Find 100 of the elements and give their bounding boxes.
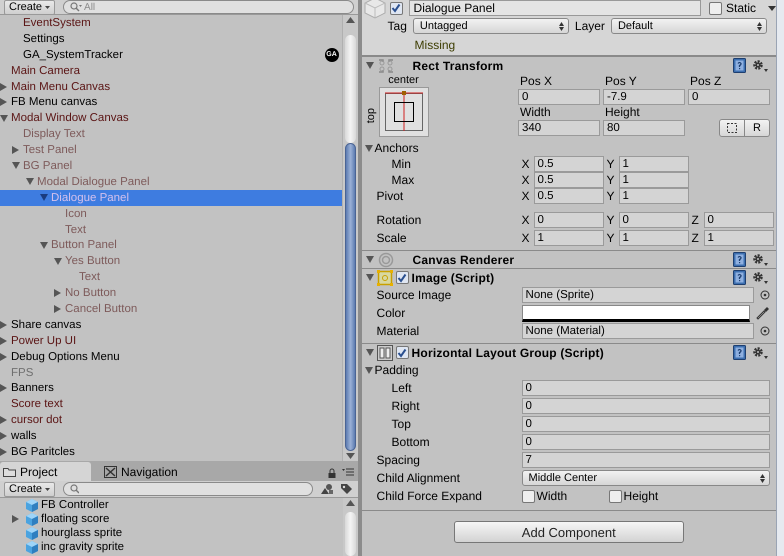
raw-edit-button[interactable]: R [745, 119, 770, 137]
foldout-arrow-icon[interactable] [0, 352, 7, 361]
create-button[interactable]: Create [4, 482, 56, 496]
checkbox[interactable] [608, 490, 622, 502]
number-field[interactable]: 0 [522, 380, 770, 396]
hierarchy-item[interactable]: Settings [23, 32, 65, 45]
anchor-preset-drawing[interactable] [378, 87, 429, 137]
foldout-arrow-icon[interactable] [0, 320, 7, 329]
hierarchy-item[interactable]: BG Paritcles [11, 446, 75, 458]
hierarchy-item[interactable]: Score text [11, 398, 63, 410]
enabled-checkbox[interactable] [396, 346, 409, 359]
number-field[interactable]: 1 [618, 172, 689, 188]
hierarchy-item[interactable]: Share canvas [11, 318, 82, 331]
foldout-toggle[interactable]: Anchors [364, 141, 419, 155]
static-checkbox[interactable] [709, 2, 722, 14]
number-field[interactable]: 340 [518, 120, 600, 136]
name-field[interactable]: Dialogue Panel [408, 0, 701, 16]
checkbox[interactable] [522, 490, 535, 502]
foldout-arrow-icon[interactable] [366, 256, 374, 263]
foldout-arrow-icon[interactable] [0, 416, 7, 424]
object-picker-icon[interactable] [760, 290, 770, 300]
scrollbar[interactable] [776, 0, 784, 556]
foldout-arrow-icon[interactable] [0, 448, 7, 456]
enabled-checkbox[interactable] [396, 271, 409, 284]
foldout-arrow-icon[interactable] [12, 146, 19, 154]
alignment-dropdown[interactable]: Middle Center [522, 470, 770, 486]
foldout-arrow-icon[interactable] [40, 194, 48, 202]
lock-icon[interactable] [328, 468, 336, 478]
scrollbar[interactable] [342, 498, 358, 556]
search-field[interactable] [63, 482, 314, 496]
scrollbar[interactable] [342, 15, 358, 461]
component-header[interactable]: Canvas Renderer [362, 250, 776, 268]
number-field[interactable]: 0.5 [534, 172, 604, 188]
foldout-arrow-icon[interactable] [26, 178, 34, 186]
object-field[interactable]: None (Sprite) [522, 287, 754, 303]
hierarchy-item[interactable]: Banners [11, 382, 54, 394]
project-item[interactable]: FB Controller [0, 498, 343, 512]
scrollbar-thumb[interactable] [344, 143, 356, 451]
foldout-arrow-icon[interactable] [54, 258, 62, 265]
hierarchy-item[interactable]: cursor dot [11, 414, 62, 426]
project-item[interactable]: hourglass sprite [0, 526, 343, 540]
help-icon[interactable] [733, 58, 746, 73]
number-field[interactable]: 0 [518, 89, 600, 105]
foldout-arrow-icon[interactable] [366, 349, 374, 356]
number-field[interactable]: 7 [522, 452, 770, 468]
panel-tab[interactable]: Navigation [101, 462, 188, 481]
help-icon[interactable] [733, 252, 746, 267]
number-field[interactable]: 0.5 [534, 156, 604, 172]
hierarchy-item[interactable]: Modal Window Canvas [11, 112, 129, 124]
number-field[interactable]: 0 [522, 434, 770, 450]
number-field[interactable]: 1 [618, 188, 689, 204]
number-field[interactable]: -7.9 [603, 89, 686, 105]
foldout-arrow-icon[interactable] [12, 162, 20, 170]
scroll-up-icon[interactable] [346, 498, 355, 508]
hierarchy-item[interactable]: FB Menu canvas [11, 96, 98, 108]
settings-icon[interactable] [752, 252, 768, 266]
hierarchy-item[interactable]: Main Camera [11, 64, 80, 77]
tag-icon[interactable] [340, 483, 354, 495]
hierarchy-item[interactable]: EventSystem [23, 16, 91, 29]
shapes-filter-icon[interactable] [321, 483, 334, 495]
settings-icon[interactable] [752, 346, 768, 360]
foldout-arrow-icon[interactable] [366, 274, 374, 281]
foldout-arrow-icon[interactable] [0, 114, 8, 122]
active-checkbox[interactable] [390, 2, 403, 14]
blueprint-button[interactable] [719, 119, 746, 137]
number-field[interactable]: 1 [618, 230, 689, 246]
color-field[interactable] [522, 304, 750, 322]
caret-icon[interactable] [768, 6, 776, 10]
project-item[interactable]: inc gravity sprite [0, 540, 343, 554]
scroll-down-icon[interactable] [346, 451, 355, 461]
number-field[interactable]: 0 [522, 398, 770, 414]
component-header[interactable]: Horizontal Layout Group (Script) [362, 343, 776, 361]
object-picker-icon[interactable] [760, 326, 770, 336]
foldout-arrow-icon[interactable] [12, 515, 19, 523]
component-header[interactable]: Rect Transform [362, 56, 776, 74]
number-field[interactable]: 0 [522, 416, 770, 432]
foldout-arrow-icon[interactable] [54, 304, 61, 313]
menu-icon[interactable] [342, 468, 354, 476]
hierarchy-item[interactable]: Main Menu Canvas [11, 80, 110, 92]
component-header[interactable]: Image (Script) [362, 268, 776, 286]
number-field[interactable]: 0.5 [534, 188, 604, 204]
scroll-up-icon[interactable] [346, 15, 355, 25]
tag-dropdown[interactable]: Untagged [412, 18, 569, 34]
hierarchy-item[interactable]: walls [11, 430, 37, 442]
foldout-arrow-icon[interactable] [0, 384, 7, 392]
number-field[interactable]: 1 [618, 156, 689, 172]
foldout-arrow-icon[interactable] [0, 98, 7, 106]
help-icon[interactable] [733, 345, 746, 360]
number-field[interactable]: 1 [534, 230, 604, 246]
foldout-arrow-icon[interactable] [366, 62, 374, 69]
foldout-arrow-icon[interactable] [0, 82, 7, 91]
foldout-toggle[interactable]: Padding [364, 363, 419, 377]
help-icon[interactable] [733, 270, 746, 285]
settings-icon[interactable] [752, 58, 768, 72]
hierarchy-item[interactable]: Power Up UI [11, 334, 76, 347]
foldout-arrow-icon[interactable] [40, 242, 48, 249]
object-field[interactable]: None (Material) [522, 323, 754, 339]
foldout-arrow-icon[interactable] [0, 336, 7, 345]
number-field[interactable]: 0 [534, 212, 604, 228]
foldout-arrow-icon[interactable] [364, 366, 373, 374]
